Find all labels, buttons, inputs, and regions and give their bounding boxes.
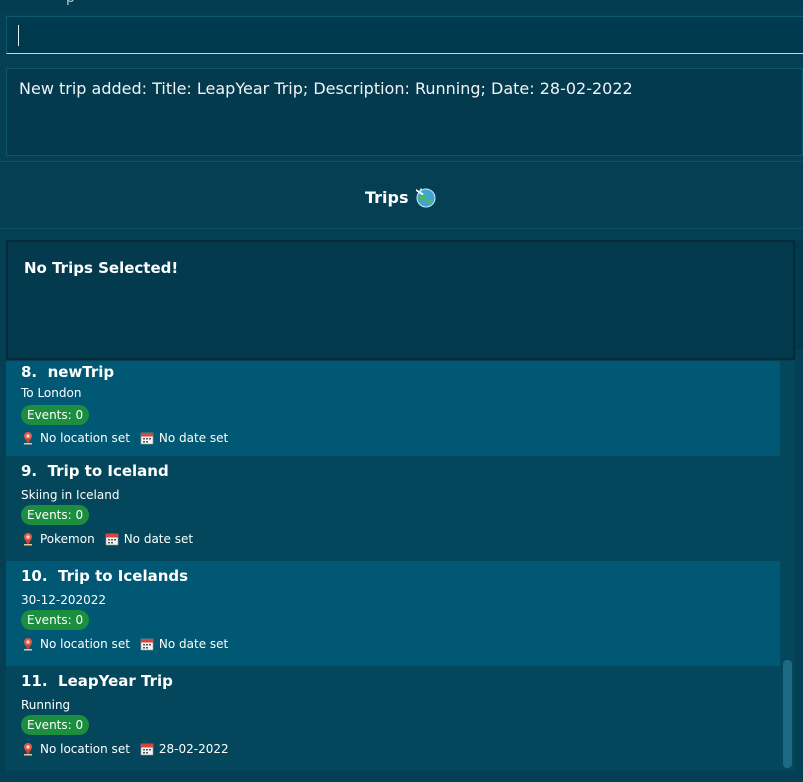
- app-window: p New trip added: Title: LeapYear Trip; …: [0, 0, 803, 782]
- trip-title: Trip to Iceland: [47, 462, 169, 480]
- trip-index: 11.: [21, 672, 48, 690]
- trip-date: 28-02-2022: [158, 742, 229, 756]
- scrollbar-thumb[interactable]: [783, 660, 792, 768]
- events-badge: Events: 0: [21, 715, 90, 735]
- trip-meta: No location set 28-02-2022: [21, 742, 229, 756]
- trip-location: No location set: [40, 637, 130, 651]
- trip-index: 8.: [21, 363, 38, 381]
- command-input[interactable]: [6, 16, 803, 54]
- trip-card[interactable]: 8. newTrip To London Events: 0 No locati…: [6, 361, 780, 456]
- trip-date: No date set: [158, 637, 229, 651]
- trip-description: Skiing in Iceland: [21, 488, 120, 502]
- bottom-strip: [0, 771, 803, 782]
- calendar-icon: [105, 533, 119, 546]
- location-pin-icon: [24, 432, 32, 445]
- trip-location: Pokemon: [40, 532, 95, 546]
- trip-name: 10. Trip to Icelands: [21, 567, 188, 585]
- trip-date: No date set: [123, 532, 194, 546]
- globe-airplane-icon: [415, 188, 436, 208]
- trip-card[interactable]: 10. Trip to Icelands 30-12-202022 Events…: [6, 561, 780, 666]
- trip-location: No location set: [40, 742, 130, 756]
- trip-date: No date set: [158, 431, 229, 445]
- events-badge: Events: 0: [21, 610, 90, 630]
- trip-meta: No location set No date set: [21, 637, 228, 651]
- partial-top-text: p: [66, 0, 75, 6]
- result-message: New trip added: Title: LeapYear Trip; De…: [19, 79, 633, 98]
- panel-edge: [795, 240, 803, 350]
- trip-description: 30-12-202022: [21, 593, 107, 607]
- trip-index: 10.: [21, 567, 48, 585]
- trip-name: 11. LeapYear Trip: [21, 672, 173, 690]
- trip-description: Running: [21, 698, 71, 712]
- trip-meta: Pokemon No date set: [21, 532, 193, 546]
- calendar-icon: [140, 743, 154, 756]
- trip-list[interactable]: 8. newTrip To London Events: 0 No locati…: [6, 361, 780, 771]
- location-pin-icon: [24, 533, 32, 546]
- trip-card[interactable]: 9. Trip to Iceland Skiing in Iceland Eve…: [6, 456, 780, 561]
- command-area: [0, 12, 803, 62]
- trip-title: newTrip: [47, 363, 115, 381]
- trip-meta: No location set No date set: [21, 431, 228, 445]
- trip-name: 9. Trip to Iceland: [21, 462, 169, 480]
- trip-card[interactable]: 11. LeapYear Trip Running Events: 0 No l…: [6, 666, 780, 771]
- text-caret: [18, 25, 19, 46]
- events-badge: Events: 0: [21, 505, 90, 525]
- selected-trip-message: No Trips Selected!: [24, 259, 179, 277]
- trip-index: 9.: [21, 462, 38, 480]
- calendar-icon: [140, 638, 154, 651]
- trips-header: Trips: [0, 162, 803, 229]
- trip-name: 8. newTrip: [21, 363, 114, 381]
- events-badge: Events: 0: [21, 405, 90, 425]
- trip-title: LeapYear Trip: [58, 672, 173, 690]
- calendar-icon: [140, 432, 154, 445]
- trips-title-group: Trips: [365, 186, 436, 208]
- selected-trip-panel: No Trips Selected!: [6, 240, 795, 360]
- trip-location: No location set: [40, 431, 130, 445]
- trip-title: Trip to Icelands: [58, 567, 189, 585]
- location-pin-icon: [24, 743, 32, 756]
- trips-title: Trips: [365, 187, 409, 207]
- location-pin-icon: [24, 638, 32, 651]
- result-display: New trip added: Title: LeapYear Trip; De…: [6, 68, 803, 156]
- trip-description: To London: [21, 386, 82, 400]
